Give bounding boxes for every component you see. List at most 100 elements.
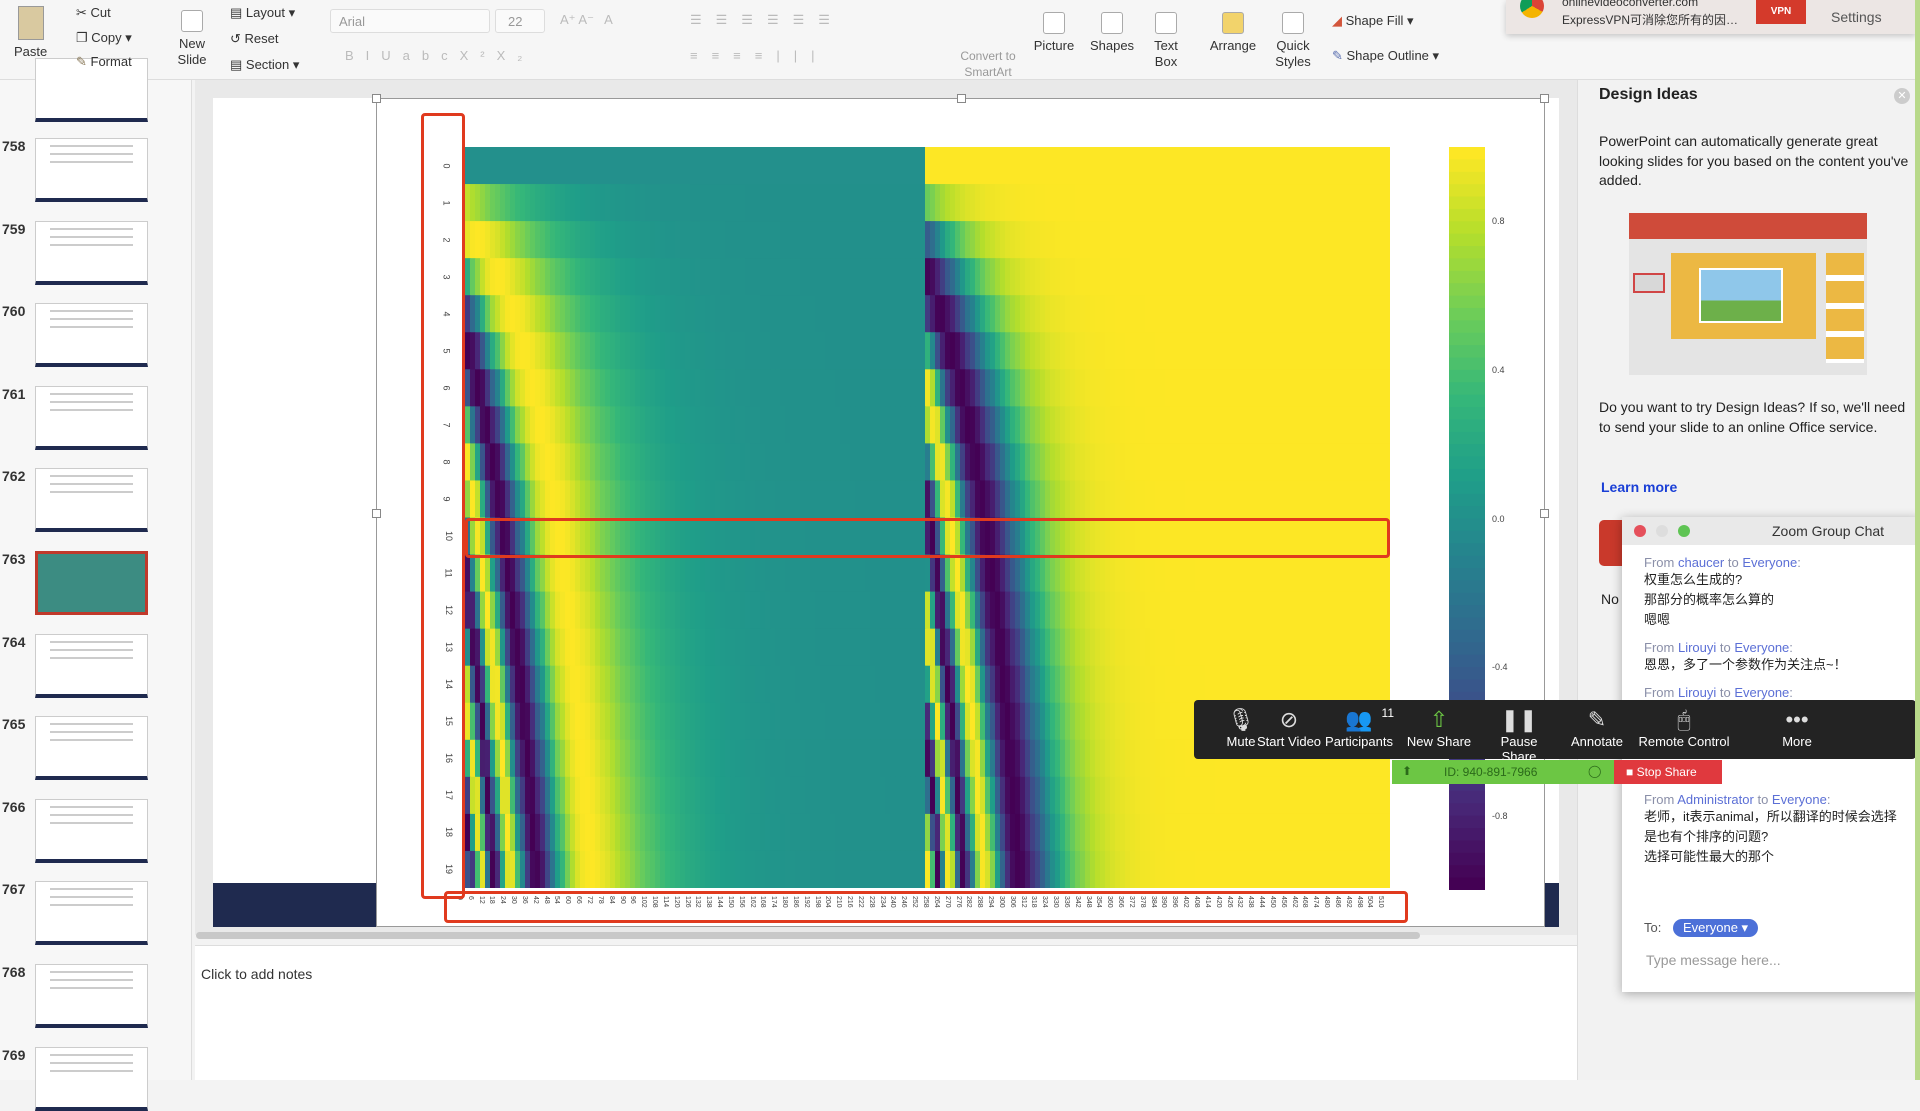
resize-handle[interactable]	[957, 94, 966, 103]
shapes-button[interactable]: Shapes	[1088, 12, 1136, 54]
notes-pane[interactable]: Click to add notes	[195, 945, 1577, 1080]
heatmap-cell	[530, 554, 536, 593]
close-icon[interactable]: ✕	[1894, 88, 1910, 104]
heatmap-cell	[685, 813, 691, 852]
heatmap-cell	[590, 184, 596, 222]
slide-thumbnail[interactable]	[35, 798, 148, 863]
heatmap-cell	[1110, 665, 1116, 704]
heatmap-cell	[1300, 554, 1306, 593]
resize-handle[interactable]	[372, 94, 381, 103]
heatmap-cell	[775, 332, 781, 370]
zoom-window-button[interactable]	[1678, 525, 1690, 537]
stop-share-button[interactable]: ■ Stop Share	[1614, 760, 1722, 784]
cut-button[interactable]: ✂ Cut	[76, 5, 111, 21]
format-painter-button[interactable]: ✎ Format	[76, 54, 132, 70]
convert-smartart-button[interactable]: Convert to SmartArt	[940, 48, 1036, 80]
heatmap-cell	[970, 776, 976, 815]
heatmap-cell	[1160, 406, 1166, 444]
remote-control-button[interactable]: 🖱 Remote Control	[1634, 706, 1734, 749]
horizontal-scrollbar[interactable]	[196, 932, 1420, 939]
start-video-button[interactable]: ⊘ Start Video	[1254, 706, 1324, 749]
heatmap-cell	[730, 406, 736, 444]
heatmap-cell	[785, 221, 791, 259]
heatmap-cell	[1045, 813, 1051, 852]
slide-thumbnail[interactable]	[35, 881, 148, 946]
new-slide-button[interactable]: New Slide	[172, 10, 212, 68]
section-button[interactable]: ▤ Section ▾	[230, 57, 299, 73]
shape-outline-button[interactable]: ✎ Shape Outline ▾	[1332, 48, 1439, 64]
minimize-window-button[interactable]	[1656, 525, 1668, 537]
heatmap-cell	[1295, 332, 1301, 370]
heatmap-cell	[975, 480, 981, 519]
slide-thumbnail[interactable]	[35, 220, 148, 285]
slide-thumbnail[interactable]	[35, 385, 148, 450]
recipient-dropdown[interactable]: Everyone ▾	[1673, 919, 1759, 937]
heatmap-cell	[1180, 665, 1186, 704]
font-size-buttons[interactable]: A⁺ A⁻ A	[560, 12, 613, 28]
resize-handle[interactable]	[372, 509, 381, 518]
heatmap-cell	[1315, 184, 1321, 222]
list-buttons[interactable]: ☰☰☰☰☰☰	[690, 12, 844, 28]
annotate-button[interactable]: ✎ Annotate	[1562, 706, 1632, 749]
heatmap-cell	[1025, 702, 1031, 741]
slide-thumbnail[interactable]	[35, 633, 148, 698]
heatmap-cell	[930, 147, 936, 185]
heatmap-cell	[975, 406, 981, 444]
heatmap-cell	[1135, 739, 1141, 778]
font-size-select[interactable]: 22	[495, 9, 545, 33]
heatmap-cell	[1380, 480, 1386, 519]
layout-button[interactable]: ▤ Layout ▾	[230, 5, 295, 21]
heatmap-cell	[1205, 258, 1211, 296]
chat-message-input[interactable]: Type message here...	[1646, 952, 1781, 968]
new-share-button[interactable]: ⇧ New Share	[1404, 706, 1474, 749]
text-format-buttons[interactable]: BIUabcX²X₂	[345, 48, 534, 64]
heatmap-cell	[635, 147, 641, 185]
participants-button[interactable]: 👥 Participants 11	[1324, 706, 1394, 749]
slide-thumbnail[interactable]	[35, 303, 148, 368]
heatmap-cell	[685, 147, 691, 185]
close-window-button[interactable]	[1634, 525, 1646, 537]
align-buttons[interactable]: ≡≡≡≡|||	[690, 48, 828, 64]
heatmap-cell	[795, 591, 801, 630]
heatmap-cell	[1330, 665, 1336, 704]
slide-thumbnail[interactable]	[35, 468, 148, 533]
quick-styles-button[interactable]: Quick Styles	[1270, 12, 1316, 70]
heatmap-cell	[610, 591, 616, 630]
heatmap-cell	[500, 850, 506, 888]
heatmap-cell	[685, 443, 691, 482]
resize-handle[interactable]	[1540, 509, 1549, 518]
heatmap-cell	[1180, 295, 1186, 333]
paste-button[interactable]: Paste	[14, 6, 47, 60]
more-button[interactable]: ••• More	[1762, 706, 1832, 749]
resize-handle[interactable]	[1540, 94, 1549, 103]
notification-banner[interactable]: onlinevideoconverter.com ExpressVPN可消除您所…	[1506, 0, 1916, 34]
meeting-id-bar[interactable]: ⬆ ID: 940-891-7966 ◯	[1392, 760, 1614, 784]
heatmap-cell	[790, 369, 796, 407]
heatmap-cell	[1160, 147, 1166, 185]
picture-button[interactable]: Picture	[1030, 12, 1078, 54]
heatmap-cell	[1095, 406, 1101, 444]
copy-button[interactable]: ❐ Copy ▾	[76, 30, 132, 46]
settings-button[interactable]: Settings	[1831, 9, 1882, 25]
heatmap-cell	[620, 332, 626, 370]
learn-more-link[interactable]: Learn more	[1601, 479, 1677, 495]
heatmap-cell	[1275, 406, 1281, 444]
heatmap-cell	[985, 739, 991, 778]
heatmap-cell	[905, 702, 911, 741]
shape-fill-button[interactable]: ◢ Shape Fill ▾	[1332, 13, 1414, 29]
heatmap-cell	[995, 850, 1001, 888]
slide-thumbnail[interactable]	[35, 716, 148, 781]
slide-thumbnail-panel[interactable]: 758 759 760 761 762 763 764 765 766 767 768 769	[0, 58, 192, 1111]
slide-thumbnail[interactable]	[35, 964, 148, 1028]
slide-thumbnail[interactable]	[35, 138, 148, 202]
font-name-select[interactable]: Arial	[330, 9, 490, 33]
heatmap-cell	[635, 850, 641, 888]
heatmap-cell	[725, 702, 731, 741]
slide-thumbnail[interactable]	[35, 1046, 148, 1111]
text-box-button[interactable]: Text Box	[1148, 12, 1184, 70]
pause-share-button[interactable]: ❚❚ Pause Share	[1484, 706, 1554, 764]
arrange-button[interactable]: Arrange	[1208, 12, 1258, 54]
reset-button[interactable]: ↺ Reset	[230, 31, 278, 47]
slide-thumbnail[interactable]	[35, 551, 148, 615]
heatmap-cell	[1115, 480, 1121, 519]
